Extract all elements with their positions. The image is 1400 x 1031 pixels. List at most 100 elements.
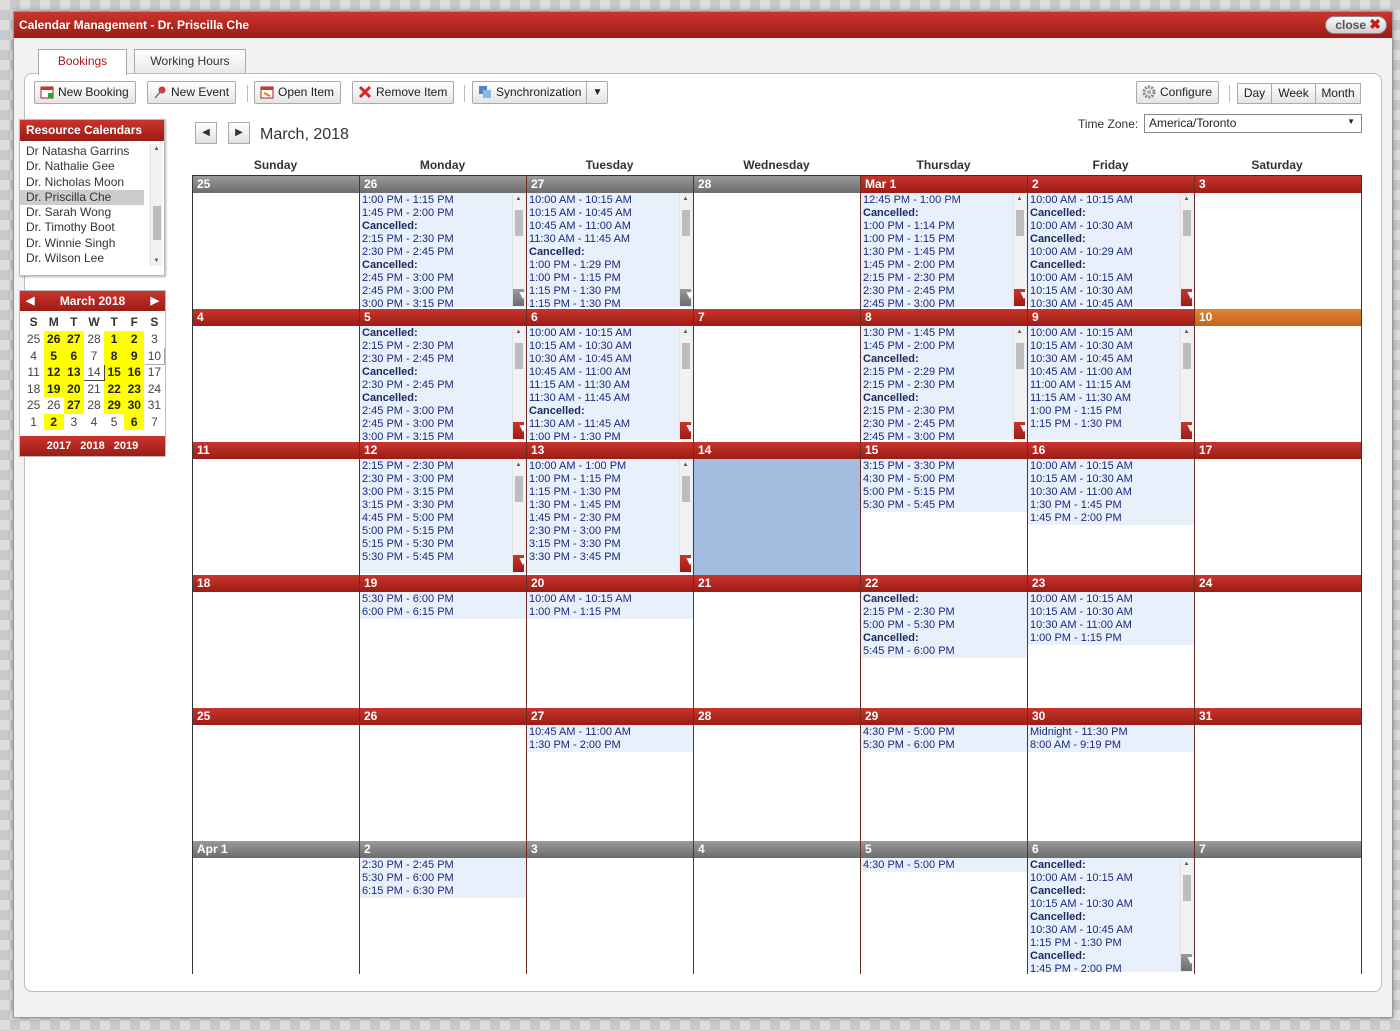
booking-item[interactable]: 1:15 PM - 1:30 PM <box>1030 937 1194 950</box>
day-cell[interactable]: 2 10:00 AM - 10:15 AM Cancelled: 10:00 AM -… <box>1028 176 1195 309</box>
event-list-scrollbar[interactable]: ▲▼ <box>1180 194 1194 306</box>
event-list-scrollbar[interactable]: ▲▼ <box>1180 327 1194 439</box>
booking-item[interactable]: 1:00 PM - 1:15 PM <box>863 233 1027 246</box>
day-cell[interactable]: Mar 1 12:45 PM - 1:00 PM Cancelled: 1:00 PM… <box>861 176 1028 309</box>
mini-day-cell[interactable]: 28 <box>84 397 104 414</box>
resource-list-scrollbar[interactable]: ▲ ▼ <box>150 144 162 266</box>
booking-item[interactable]: 10:00 AM - 10:15 AM <box>529 194 693 207</box>
booking-item[interactable]: 6:15 PM - 6:30 PM <box>362 885 526 898</box>
scroll-down-icon[interactable]: ▼ <box>1014 422 1027 439</box>
scroll-up-icon[interactable]: ▲ <box>513 460 524 470</box>
scroll-thumb[interactable] <box>682 476 690 502</box>
mini-day-cell[interactable]: 6 <box>63 347 84 364</box>
day-cell[interactable]: 29 4:30 PM - 5:00 PM 5:30 PM - 6:00 PM <box>861 708 1028 841</box>
booking-item[interactable]: 1:00 PM - 1:30 PM <box>529 431 693 440</box>
booking-item[interactable]: 10:45 AM - 11:00 AM <box>529 366 693 379</box>
mini-day-cell[interactable]: 26 <box>44 397 64 414</box>
booking-item[interactable]: 2:30 PM - 2:45 PM <box>863 418 1027 431</box>
scroll-thumb[interactable] <box>515 210 523 236</box>
booking-item[interactable]: 1:30 PM - 1:45 PM <box>1030 499 1194 512</box>
scroll-down-icon[interactable]: ▼ <box>680 422 693 439</box>
mini-day-cell[interactable]: 23 <box>124 380 145 397</box>
scroll-thumb[interactable] <box>1016 343 1024 369</box>
day-cell[interactable]: 4 <box>193 309 360 442</box>
booking-item[interactable]: 5:00 PM - 5:15 PM <box>362 525 526 538</box>
scroll-down-icon[interactable]: ▼ <box>1014 289 1027 306</box>
resource-item[interactable]: Dr. Winnie Singh <box>20 236 144 251</box>
booking-item[interactable]: 10:00 AM - 10:15 AM <box>1030 272 1194 285</box>
scroll-thumb[interactable] <box>682 343 690 369</box>
prev-month-button[interactable]: ◀ <box>195 122 217 144</box>
day-cell[interactable]: 13 10:00 AM - 1:00 PM 1:00 PM - 1:15 PM 1:1… <box>527 442 694 575</box>
booking-item[interactable]: 11:30 AM - 11:45 AM <box>529 233 693 246</box>
booking-item[interactable]: 2:30 PM - 2:45 PM <box>362 353 526 366</box>
mini-day-cell[interactable]: 20 <box>63 380 84 397</box>
day-cell[interactable]: 6 Cancelled: 10:00 AM - 10:15 AM Cancelled:… <box>1028 841 1195 974</box>
mini-day-cell[interactable]: 7 <box>84 348 104 365</box>
mini-day-cell[interactable]: 11 <box>24 364 44 381</box>
booking-item[interactable]: 10:30 AM - 11:00 AM <box>1030 619 1194 632</box>
booking-item[interactable]: 1:00 PM - 1:15 PM <box>529 473 693 486</box>
booking-item[interactable]: 10:00 AM - 10:15 AM <box>1030 194 1194 207</box>
booking-item[interactable]: 10:00 AM - 10:15 AM <box>529 593 693 606</box>
booking-item[interactable]: 1:00 PM - 1:15 PM <box>1030 405 1194 418</box>
scroll-thumb[interactable] <box>1183 875 1191 901</box>
event-list-scrollbar[interactable]: ▲▼ <box>512 327 526 439</box>
day-cell[interactable]: 28 <box>694 176 861 309</box>
event-list-scrollbar[interactable]: ▲▼ <box>679 460 693 572</box>
booking-item[interactable]: 10:00 AM - 10:29 AM <box>1030 246 1194 259</box>
mini-day-cell[interactable]: 29 <box>104 397 125 414</box>
mini-day-cell[interactable]: 2 <box>43 413 64 430</box>
mini-day-cell[interactable]: 6 <box>124 413 145 430</box>
booking-item[interactable]: 10:30 AM - 10:45 AM <box>1030 353 1194 366</box>
day-cell[interactable]: 25 <box>193 708 360 841</box>
day-cell[interactable]: 20 10:00 AM - 10:15 AM 1:00 PM - 1:15 PM <box>527 575 694 708</box>
booking-item[interactable]: 2:15 PM - 2:30 PM <box>362 233 526 246</box>
day-cell[interactable]: 25 <box>193 176 360 309</box>
booking-item[interactable]: Midnight - 11:30 PM <box>1030 726 1194 739</box>
day-cell[interactable]: 17 <box>1195 442 1361 575</box>
booking-item[interactable]: 10:15 AM - 10:30 AM <box>529 340 693 353</box>
day-cell[interactable]: Apr 1 <box>193 841 360 974</box>
booking-item[interactable]: 5:30 PM - 6:00 PM <box>863 739 1027 752</box>
mini-calendar-years[interactable]: 2017 2018 2019 <box>20 436 165 456</box>
mini-day-cell[interactable]: 3 <box>64 414 84 431</box>
scroll-down-icon[interactable]: ▼ <box>513 422 526 439</box>
event-list-scrollbar[interactable]: ▲▼ <box>679 327 693 439</box>
scroll-up-icon[interactable]: ▲ <box>1181 194 1192 204</box>
day-cell[interactable]: 19 5:30 PM - 6:00 PM 6:00 PM - 6:15 PM <box>360 575 527 708</box>
booking-item[interactable]: 10:30 AM - 10:45 AM <box>529 353 693 366</box>
day-cell[interactable]: 12 2:15 PM - 2:30 PM 2:30 PM - 3:00 PM 3:00… <box>360 442 527 575</box>
booking-item[interactable]: 10:00 AM - 10:15 AM <box>1030 593 1194 606</box>
scroll-down-icon[interactable]: ▼ <box>1181 422 1194 439</box>
scroll-down-icon[interactable]: ▼ <box>513 289 526 306</box>
day-cell[interactable]: 6 10:00 AM - 10:15 AM 10:15 AM - 10:30 AM 1… <box>527 309 694 442</box>
mini-day-cell[interactable]: 31 <box>144 397 164 414</box>
booking-item[interactable]: 10:00 AM - 10:15 AM <box>1030 872 1194 885</box>
mini-day-cell[interactable]: 4 <box>24 348 44 365</box>
mini-day-cell[interactable]: 3 <box>144 331 164 348</box>
booking-item[interactable]: 1:30 PM - 1:45 PM <box>529 499 693 512</box>
scroll-down-icon[interactable]: ▼ <box>1181 289 1194 306</box>
scroll-down-icon[interactable]: ▼ <box>680 555 693 572</box>
day-cell[interactable]: 8 1:30 PM - 1:45 PM 1:45 PM - 2:00 PM Cance… <box>861 309 1028 442</box>
booking-item[interactable]: 1:45 PM - 2:00 PM <box>1030 512 1194 525</box>
booking-item[interactable]: 1:45 PM - 2:00 PM <box>863 340 1027 353</box>
booking-item[interactable]: 4:30 PM - 5:00 PM <box>863 726 1027 739</box>
mini-day-cell[interactable]: 30 <box>124 397 145 414</box>
day-cell[interactable]: 28 <box>694 708 861 841</box>
booking-item[interactable]: 12:45 PM - 1:00 PM <box>863 194 1027 207</box>
tab-working-hours[interactable]: Working Hours <box>134 49 246 74</box>
day-cell[interactable]: 2 2:30 PM - 2:45 PM 5:30 PM - 6:00 PM 6:15 … <box>360 841 527 974</box>
booking-item[interactable]: 1:45 PM - 2:00 PM <box>863 259 1027 272</box>
booking-item[interactable]: 1:45 PM - 2:00 PM <box>1030 963 1194 972</box>
booking-item[interactable]: 2:30 PM - 3:00 PM <box>529 525 693 538</box>
booking-item[interactable]: 1:45 PM - 2:00 PM <box>362 207 526 220</box>
mini-day-cell[interactable]: 1 <box>24 414 44 431</box>
booking-item[interactable]: 10:15 AM - 10:30 AM <box>1030 285 1194 298</box>
booking-item[interactable]: 1:00 PM - 1:15 PM <box>1030 632 1194 645</box>
booking-item[interactable]: 1:30 PM - 1:45 PM <box>863 246 1027 259</box>
mini-day-cell[interactable]: 28 <box>84 331 104 348</box>
booking-item[interactable]: 3:00 PM - 3:15 PM <box>362 298 526 307</box>
day-cell[interactable]: 3 <box>527 841 694 974</box>
